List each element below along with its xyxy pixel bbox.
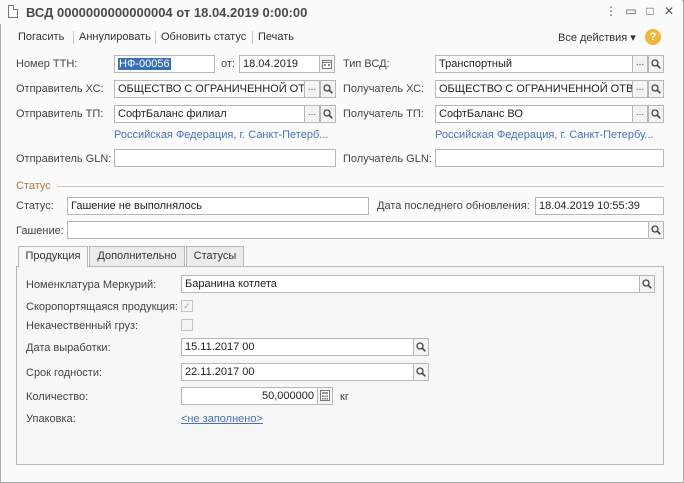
production-date-field[interactable]: 15.11.2017 00 bbox=[181, 338, 414, 356]
quantity-field[interactable]: 50,000000 bbox=[181, 387, 318, 405]
magnifier-icon bbox=[651, 59, 661, 69]
sender-hs-select-button[interactable]: ... bbox=[304, 80, 320, 98]
help-icon[interactable]: ? bbox=[645, 29, 661, 45]
title-bar: ВСД 0000000000000004 от 18.04.2019 0:00:… bbox=[0, 0, 682, 24]
toolbar-separator bbox=[252, 31, 253, 44]
receiver-gln-field[interactable] bbox=[435, 149, 664, 167]
toolbar-separator bbox=[73, 31, 74, 44]
last-update-label: Дата последнего обновления: bbox=[377, 200, 530, 212]
vsd-type-select-button[interactable]: ... bbox=[632, 55, 648, 73]
magnifier-icon bbox=[651, 225, 661, 235]
calendar-icon bbox=[322, 60, 332, 69]
last-update-field[interactable]: 18.04.2019 10:55:39 bbox=[535, 197, 664, 215]
vsd-type-label: Тип ВСД: bbox=[343, 58, 390, 70]
receiver-tp-open-button[interactable] bbox=[648, 105, 664, 123]
calculator-icon bbox=[320, 390, 330, 401]
sender-tp-field[interactable]: СофтБаланс филиал bbox=[114, 105, 305, 123]
vsd-type-open-button[interactable] bbox=[648, 55, 664, 73]
update-status-button[interactable]: Обновить статус bbox=[161, 31, 246, 43]
magnifier-icon bbox=[642, 279, 652, 289]
annulirovat-button[interactable]: Аннулировать bbox=[79, 31, 151, 43]
from-label: от: bbox=[221, 58, 235, 70]
sender-hs-label: Отправитель ХС: bbox=[16, 83, 104, 95]
quantity-label: Количество: bbox=[26, 391, 89, 403]
magnifier-icon bbox=[323, 109, 333, 119]
tab-additional[interactable]: Дополнительно bbox=[89, 246, 185, 267]
expiry-label: Срок годности: bbox=[26, 367, 103, 379]
calculator-button[interactable] bbox=[317, 387, 333, 405]
receiver-tp-select-button[interactable]: ... bbox=[632, 105, 648, 123]
production-date-open-button[interactable] bbox=[413, 338, 429, 356]
close-button[interactable]: ✕ bbox=[662, 4, 676, 18]
sender-gln-field[interactable] bbox=[114, 149, 336, 167]
magnifier-icon bbox=[416, 342, 426, 352]
status-field[interactable]: Гашение не выполнялось bbox=[67, 197, 369, 215]
document-icon bbox=[8, 5, 18, 18]
receiver-hs-label: Получатель ХС: bbox=[343, 83, 425, 95]
sender-hs-field[interactable]: ОБЩЕСТВО С ОГРАНИЧЕННОЙ ОТВЕТСТВЕННОСТЬЮ bbox=[114, 80, 305, 98]
gashenie-open-button[interactable] bbox=[648, 221, 664, 239]
packaging-link[interactable]: <не заполнено> bbox=[181, 413, 263, 425]
packaging-label: Упаковка: bbox=[26, 413, 76, 425]
nomenclature-open-button[interactable] bbox=[639, 275, 655, 293]
gashenie-label: Гашение: bbox=[16, 225, 64, 237]
toolbar-separator bbox=[155, 31, 156, 44]
status-label: Статус: bbox=[16, 200, 54, 212]
defective-label: Некачественный груз: bbox=[26, 320, 139, 332]
print-button[interactable]: Печать bbox=[258, 31, 294, 43]
calendar-button[interactable] bbox=[319, 55, 335, 73]
magnifier-icon bbox=[651, 84, 661, 94]
receiver-hs-open-button[interactable] bbox=[648, 80, 664, 98]
pogasit-button[interactable]: Погасить bbox=[18, 31, 64, 43]
minimize-button[interactable]: ▭ bbox=[624, 4, 638, 18]
gashenie-field[interactable] bbox=[67, 221, 649, 239]
production-date-label: Дата выработки: bbox=[26, 342, 111, 354]
magnifier-icon bbox=[416, 367, 426, 377]
sender-tp-open-button[interactable] bbox=[320, 105, 336, 123]
status-section-title: Статус bbox=[16, 180, 51, 192]
section-divider bbox=[57, 186, 664, 187]
expiry-field[interactable]: 22.11.2017 00 bbox=[181, 363, 414, 381]
receiver-hs-field[interactable]: ОБЩЕСТВО С ОГРАНИЧЕННОЙ ОТВЕТСТВЕННОСТЬЮ bbox=[435, 80, 633, 98]
window-menu-button[interactable]: ⋮ bbox=[604, 4, 618, 18]
receiver-tp-field[interactable]: СофтБаланс ВО bbox=[435, 105, 633, 123]
tab-statuses[interactable]: Статусы bbox=[186, 246, 244, 267]
receiver-hs-select-button[interactable]: ... bbox=[632, 80, 648, 98]
receiver-address-link[interactable]: Российская Федерация, г. Санкт-Петербу..… bbox=[435, 129, 654, 141]
all-actions-menu[interactable]: Все действия ▾ bbox=[558, 31, 636, 44]
sender-address-link[interactable]: Российская Федерация, г. Санкт-Петерб... bbox=[114, 129, 328, 141]
magnifier-icon bbox=[651, 109, 661, 119]
vsd-type-field[interactable]: Транспортный bbox=[435, 55, 633, 73]
sender-tp-label: Отправитель ТП: bbox=[16, 108, 104, 120]
expiry-open-button[interactable] bbox=[413, 363, 429, 381]
perishable-checkbox[interactable]: ✓ bbox=[181, 300, 193, 312]
ttn-field[interactable]: НФ-00056 bbox=[114, 55, 215, 73]
ttn-label: Номер ТТН: bbox=[16, 58, 78, 70]
tab-products[interactable]: Продукция bbox=[18, 246, 88, 268]
quantity-unit: кг bbox=[340, 391, 349, 403]
perishable-label: Скоропортящаяся продукция: bbox=[26, 301, 178, 313]
nomenclature-field[interactable]: Баранина котлета bbox=[181, 275, 640, 293]
nomenclature-label: Номенклатура Меркурий: bbox=[26, 279, 157, 291]
sender-hs-open-button[interactable] bbox=[320, 80, 336, 98]
maximize-button[interactable]: □ bbox=[643, 4, 657, 18]
window-title: ВСД 0000000000000004 от 18.04.2019 0:00:… bbox=[26, 5, 308, 20]
sender-gln-label: Отправитель GLN: bbox=[16, 153, 112, 165]
defective-checkbox[interactable] bbox=[181, 319, 193, 331]
from-date-field[interactable]: 18.04.2019 bbox=[239, 55, 320, 73]
receiver-gln-label: Получатель GLN: bbox=[343, 153, 432, 165]
receiver-tp-label: Получатель ТП: bbox=[343, 108, 424, 120]
sender-tp-select-button[interactable]: ... bbox=[304, 105, 320, 123]
magnifier-icon bbox=[323, 84, 333, 94]
